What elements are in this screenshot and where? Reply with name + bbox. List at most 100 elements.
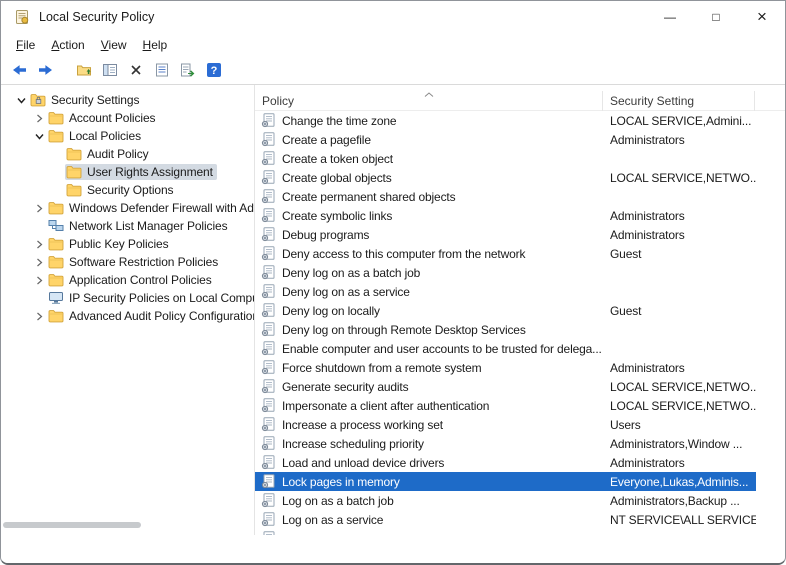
chevron-collapsed-icon[interactable]	[31, 276, 47, 285]
column-header-empty	[755, 91, 785, 111]
tree-item-label: Advanced Audit Policy Configuration	[69, 309, 254, 323]
menu-action[interactable]: Action	[43, 35, 92, 55]
policy-row-deny-log-on-through-remote-desktop-services[interactable]: Deny log on through Remote Desktop Servi…	[255, 320, 756, 339]
folder-icon	[66, 183, 82, 197]
policy-name: Deny log on locally	[282, 303, 380, 318]
policy-row-impersonate-a-client-after-authentication[interactable]: Impersonate a client after authenticatio…	[255, 396, 756, 415]
menu-help[interactable]: Help	[135, 35, 176, 55]
tree-horizontal-scrollbar[interactable]	[3, 522, 247, 530]
forward-button[interactable]	[34, 59, 57, 82]
tree-item-audit-policy[interactable]: Audit Policy	[9, 145, 254, 163]
policy-name: Force shutdown from a remote system	[282, 360, 482, 375]
tree-item-public-key-policies[interactable]: Public Key Policies	[9, 235, 254, 253]
security-setting: Administrators	[610, 360, 685, 375]
titlebar[interactable]: Local Security Policy — □ ×	[1, 1, 785, 33]
show-hide-console-tree-button[interactable]	[98, 59, 121, 82]
tree-item-network-list-manager-policies[interactable]: Network List Manager Policies	[9, 217, 254, 235]
tree-item-local-policies[interactable]: Local Policies	[9, 127, 254, 145]
policy-name: Deny access to this computer from the ne…	[282, 246, 526, 261]
tree-item-application-control-policies[interactable]: Application Control Policies	[9, 271, 254, 289]
security-setting: Administrators,Backup ...	[610, 493, 740, 508]
close-button[interactable]: ×	[739, 1, 785, 33]
delete-button[interactable]	[124, 59, 147, 82]
console-tree: Security Settings Account Policies Local P…	[9, 91, 254, 325]
policy-row-enable-computer-and-user-accounts-to-be-trusted-for-delega[interactable]: Enable computer and user accounts to be …	[255, 339, 756, 358]
policy-document-icon	[261, 436, 276, 451]
policy-row-force-shutdown-from-a-remote-system[interactable]: Force shutdown from a remote system Admin…	[255, 358, 756, 377]
policy-row-create-a-pagefile[interactable]: Create a pagefile Administrators	[255, 130, 756, 149]
help-button[interactable]: ?	[202, 59, 225, 82]
policy-row-log-on-as-a-batch-job[interactable]: Log on as a batch job Administrators,Back…	[255, 491, 756, 510]
tree-item-label: Audit Policy	[87, 147, 149, 161]
policy-row-debug-programs[interactable]: Debug programs Administrators	[255, 225, 756, 244]
tree-item-label: Application Control Policies	[69, 273, 212, 287]
policy-document-icon	[261, 474, 276, 489]
security-setting: NT SERVICE\ALL SERVICES	[610, 512, 756, 527]
policy-row-change-the-time-zone[interactable]: Change the time zone LOCAL SERVICE,Admini…	[255, 111, 756, 130]
tree-item-ip-security-policies-on-local-compute[interactable]: IP Security Policies on Local Compute	[9, 289, 254, 307]
policy-document-icon	[261, 303, 276, 318]
security-setting: Guest	[610, 246, 642, 261]
tree-item-label: Security Options	[87, 183, 174, 197]
policy-row-partial[interactable]	[255, 529, 756, 535]
menu-file[interactable]: File	[8, 35, 43, 55]
security-setting: LOCAL SERVICE,NETWO...	[610, 398, 756, 413]
security-setting: LOCAL SERVICE,Admini...	[610, 113, 752, 128]
policy-row-create-permanent-shared-objects[interactable]: Create permanent shared objects	[255, 187, 756, 206]
policy-rows: Change the time zone LOCAL SERVICE,Admini…	[255, 111, 785, 535]
up-one-level-button[interactable]	[72, 59, 95, 82]
policy-row-deny-log-on-as-a-service[interactable]: Deny log on as a service	[255, 282, 756, 301]
policy-name: Create a pagefile	[282, 132, 371, 147]
menu-view[interactable]: View	[93, 35, 135, 55]
list-header: Policy Security Setting	[255, 91, 785, 111]
policy-row-increase-scheduling-priority[interactable]: Increase scheduling priority Administrato…	[255, 434, 756, 453]
tree-item-label: User Rights Assignment	[87, 165, 213, 179]
policy-row-log-on-as-a-service[interactable]: Log on as a service NT SERVICE\ALL SERVIC…	[255, 510, 756, 529]
minimize-button[interactable]: —	[647, 1, 693, 33]
chevron-collapsed-icon[interactable]	[31, 204, 47, 213]
network-icon	[48, 219, 64, 233]
policy-row-generate-security-audits[interactable]: Generate security audits LOCAL SERVICE,NE…	[255, 377, 756, 396]
policy-row-increase-a-process-working-set[interactable]: Increase a process working set Users	[255, 415, 756, 434]
tree-item-windows-defender-firewall-with-adva[interactable]: Windows Defender Firewall with Adva	[9, 199, 254, 217]
maximize-button[interactable]: □	[693, 1, 739, 33]
computer-icon	[48, 291, 64, 305]
minimize-icon: —	[664, 10, 676, 24]
chevron-collapsed-icon[interactable]	[31, 312, 47, 321]
svg-text:?: ?	[210, 65, 217, 77]
tree-scrollbar-thumb[interactable]	[3, 522, 141, 528]
properties-button[interactable]	[150, 59, 173, 82]
menubar: File Action View Help	[1, 33, 785, 56]
policy-document-icon	[261, 208, 276, 223]
policy-row-deny-log-on-locally[interactable]: Deny log on locally Guest	[255, 301, 756, 320]
policy-list-pane: Policy Security Setting Change the time …	[255, 85, 785, 535]
tree-item-software-restriction-policies[interactable]: Software Restriction Policies	[9, 253, 254, 271]
security-setting: Administrators,Window ...	[610, 436, 743, 451]
policy-row-create-global-objects[interactable]: Create global objects LOCAL SERVICE,NETWO…	[255, 168, 756, 187]
policy-row-deny-log-on-as-a-batch-job[interactable]: Deny log on as a batch job	[255, 263, 756, 282]
column-header-security-setting[interactable]: Security Setting	[603, 91, 755, 111]
column-header-policy[interactable]: Policy	[255, 91, 603, 111]
folder-icon	[48, 237, 64, 251]
chevron-collapsed-icon[interactable]	[31, 258, 47, 267]
policy-row-create-symbolic-links[interactable]: Create symbolic links Administrators	[255, 206, 756, 225]
export-list-button[interactable]	[176, 59, 199, 82]
policy-name: Deny log on as a service	[282, 284, 410, 299]
chevron-expanded-icon[interactable]	[31, 132, 47, 141]
policy-row-create-a-token-object[interactable]: Create a token object	[255, 149, 756, 168]
tree-item-user-rights-assignment[interactable]: User Rights Assignment	[9, 163, 254, 181]
tree-item-security-options[interactable]: Security Options	[9, 181, 254, 199]
folder-icon	[48, 255, 64, 269]
policy-row-load-and-unload-device-drivers[interactable]: Load and unload device drivers Administra…	[255, 453, 756, 472]
policy-row-deny-access-to-this-computer-from-the-network[interactable]: Deny access to this computer from the ne…	[255, 244, 756, 263]
policy-row-lock-pages-in-memory[interactable]: Lock pages in memory Everyone,Lukas,Admin…	[255, 472, 756, 491]
window-controls: — □ ×	[647, 1, 785, 33]
chevron-expanded-icon[interactable]	[13, 96, 29, 105]
tree-item-label: Security Settings	[51, 93, 140, 107]
tree-item-security-settings[interactable]: Security Settings	[9, 91, 254, 109]
chevron-collapsed-icon[interactable]	[31, 240, 47, 249]
tree-item-account-policies[interactable]: Account Policies	[9, 109, 254, 127]
back-button[interactable]	[8, 59, 31, 82]
tree-item-advanced-audit-policy-configuration[interactable]: Advanced Audit Policy Configuration	[9, 307, 254, 325]
chevron-collapsed-icon[interactable]	[31, 114, 47, 123]
